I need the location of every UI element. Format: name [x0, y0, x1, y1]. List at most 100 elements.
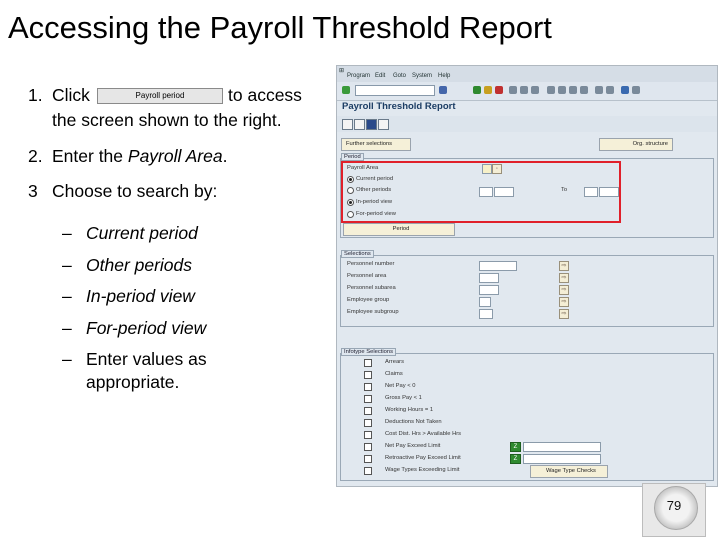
- retro-pay-limit-icon[interactable]: Z: [510, 454, 521, 464]
- infotype-group-label: Infotype Selections: [341, 348, 396, 356]
- selection-options-icon[interactable]: [378, 119, 389, 130]
- command-field[interactable]: [355, 85, 435, 96]
- net-pay-checkbox[interactable]: [364, 383, 372, 391]
- gross-pay-checkbox[interactable]: [364, 395, 372, 403]
- page-number: 79: [666, 498, 682, 513]
- org-structure-button[interactable]: Org. structure: [599, 138, 673, 151]
- deductions-checkbox[interactable]: [364, 419, 372, 427]
- save-icon[interactable]: [439, 86, 447, 94]
- net-pay-limit-icon[interactable]: Z: [510, 442, 521, 452]
- sap-standard-toolbar: [337, 82, 717, 101]
- employee-subgroup-input[interactable]: [479, 309, 493, 319]
- info-icon[interactable]: [366, 119, 377, 130]
- personnel-number-input[interactable]: [479, 261, 517, 271]
- further-selections-button[interactable]: Further selections: [341, 138, 411, 151]
- claims-label: Claims: [385, 371, 403, 377]
- retro-pay-limit-input[interactable]: [523, 454, 601, 464]
- step1-line2: the screen shown to the right.: [52, 110, 282, 130]
- wage-types-label: Wage Types Exceeding Limit: [385, 467, 460, 473]
- cost-dist-label: Cost Dist. Hrs > Available Hrs: [385, 431, 462, 437]
- arrears-label: Arrears: [385, 359, 405, 365]
- last-page-icon[interactable]: [580, 86, 588, 94]
- variant-icon[interactable]: [354, 119, 365, 130]
- deductions-label: Deductions Not Taken: [385, 419, 442, 425]
- menu-system[interactable]: System: [412, 73, 432, 79]
- step3-text: Choose to search by:: [52, 181, 218, 201]
- bullet-dash: –: [62, 223, 72, 243]
- new-session-icon[interactable]: [595, 86, 603, 94]
- menu-help[interactable]: Help: [438, 73, 450, 79]
- personnel-subarea-multi-icon[interactable]: ⇨: [559, 285, 569, 295]
- first-page-icon[interactable]: [547, 86, 555, 94]
- working-hours-checkbox[interactable]: [364, 407, 372, 415]
- employee-group-input[interactable]: [479, 297, 491, 307]
- sap-menubar: ⊞ Program Edit Goto System Help: [337, 66, 717, 82]
- payroll-period-button[interactable]: Payroll period: [97, 88, 223, 104]
- net-pay-exceed-checkbox[interactable]: [364, 443, 372, 451]
- sap-window: ⊞ Program Edit Goto System Help Payroll …: [336, 65, 718, 487]
- personnel-number-label: Personnel number: [347, 261, 395, 267]
- personnel-area-multi-icon[interactable]: ⇨: [559, 273, 569, 283]
- prev-page-icon[interactable]: [558, 86, 566, 94]
- bullet-dash: –: [62, 286, 72, 306]
- find-icon[interactable]: [520, 86, 528, 94]
- selections-group-label: Selections: [341, 250, 374, 258]
- period-group-label: Period: [341, 153, 364, 161]
- retro-pay-checkbox[interactable]: [364, 455, 372, 463]
- page-seal: 79: [642, 483, 706, 537]
- highlight-box: [341, 161, 621, 223]
- slide-title: Accessing the Payroll Threshold Report: [8, 10, 552, 45]
- sap-menu-icon[interactable]: ⊞: [339, 67, 344, 74]
- bullet-dash: –: [62, 255, 72, 275]
- employee-subgroup-multi-icon[interactable]: ⇨: [559, 309, 569, 319]
- personnel-area-input[interactable]: [479, 273, 499, 283]
- step2-text: Enter the Payroll Area.: [52, 146, 227, 167]
- step2-italic: Payroll Area: [127, 146, 223, 166]
- step3-number: 3: [28, 181, 38, 201]
- net-pay-label: Net Pay < 0: [385, 383, 416, 389]
- help-icon[interactable]: [621, 86, 629, 94]
- wage-types-checkbox[interactable]: [364, 467, 372, 475]
- wage-type-checks-button[interactable]: Wage Type Checks: [530, 465, 608, 478]
- bullet-in-period-view: In-period view: [86, 286, 195, 306]
- employee-subgroup-label: Employee subgroup: [347, 309, 399, 315]
- next-page-icon[interactable]: [569, 86, 577, 94]
- claims-checkbox[interactable]: [364, 371, 372, 379]
- back-icon[interactable]: [473, 86, 481, 94]
- bullet-dash: –: [62, 318, 72, 338]
- bullet-enter-values: Enter values as: [86, 349, 207, 369]
- menu-program[interactable]: Program: [347, 73, 370, 79]
- period-button[interactable]: Period: [343, 223, 455, 236]
- arrears-checkbox[interactable]: [364, 359, 372, 367]
- menu-goto[interactable]: Goto: [393, 73, 406, 79]
- print-icon[interactable]: [509, 86, 517, 94]
- execute-icon[interactable]: [342, 119, 353, 130]
- bullet-enter-values-line2: appropriate.: [86, 372, 180, 392]
- personnel-area-label: Personnel area: [347, 273, 387, 279]
- layout-icon[interactable]: [632, 86, 640, 94]
- cancel-icon[interactable]: [495, 86, 503, 94]
- selections-group: [340, 255, 714, 327]
- bullet-dash: –: [62, 349, 72, 369]
- personnel-subarea-input[interactable]: [479, 285, 499, 295]
- bullet-for-period-view: For-period view: [86, 318, 207, 338]
- bullet-other-periods: Other periods: [86, 255, 193, 275]
- find-next-icon[interactable]: [531, 86, 539, 94]
- personnel-subarea-label: Personnel subarea: [347, 285, 396, 291]
- net-pay-exceed-label: Net Pay Exceed Limit: [385, 443, 441, 449]
- step1-number: 1.: [28, 85, 43, 105]
- shortcut-icon[interactable]: [606, 86, 614, 94]
- net-pay-limit-input[interactable]: [523, 442, 601, 452]
- step2-number: 2.: [28, 146, 43, 166]
- screen-title: Payroll Threshold Report: [342, 101, 456, 112]
- exit-icon[interactable]: [484, 86, 492, 94]
- enter-icon[interactable]: [342, 86, 350, 94]
- personnel-number-multi-icon[interactable]: ⇨: [559, 261, 569, 271]
- application-toolbar: [337, 116, 717, 132]
- employee-group-multi-icon[interactable]: ⇨: [559, 297, 569, 307]
- step1-click: Click: [52, 85, 90, 105]
- menu-edit[interactable]: Edit: [375, 73, 385, 79]
- step1-after: to access: [228, 85, 302, 105]
- step2-end: .: [222, 146, 228, 166]
- cost-dist-checkbox[interactable]: [364, 431, 372, 439]
